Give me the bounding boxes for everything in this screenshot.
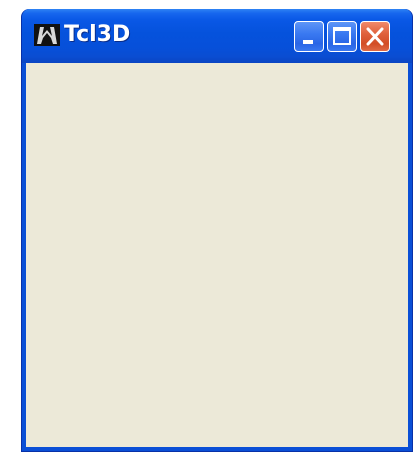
close-button[interactable]	[360, 21, 390, 52]
minimize-icon	[303, 40, 313, 44]
maximize-icon	[333, 27, 351, 45]
window-client-area[interactable]	[26, 63, 408, 447]
tcl3d-app-icon[interactable]	[34, 24, 60, 46]
close-icon	[366, 27, 384, 46]
window-title: Tcl3D	[64, 22, 131, 47]
app-window: Tcl3D	[21, 9, 413, 452]
minimize-button[interactable]	[294, 21, 324, 52]
window-titlebar[interactable]: Tcl3D	[22, 9, 412, 63]
maximize-button[interactable]	[327, 21, 357, 52]
